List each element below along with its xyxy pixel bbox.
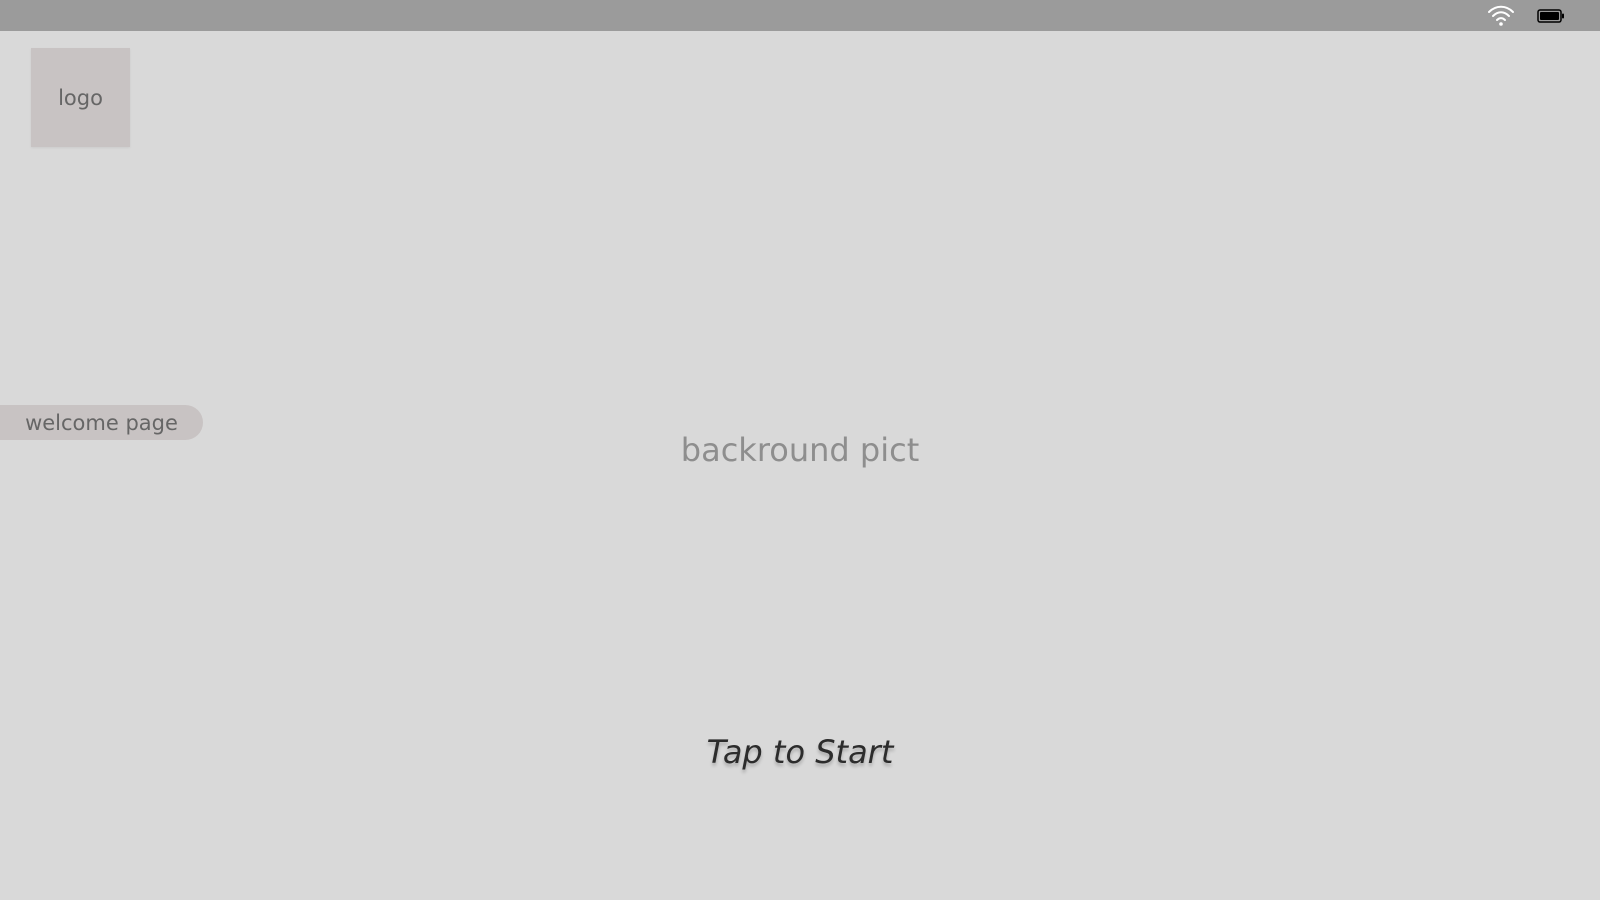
tap-to-start-button[interactable]: Tap to Start bbox=[0, 730, 1600, 774]
status-bar bbox=[0, 0, 1600, 31]
battery-icon bbox=[1537, 8, 1565, 24]
welcome-screen: logo welcome page backround pict Tap to … bbox=[0, 0, 1600, 900]
logo-label: logo bbox=[58, 85, 103, 110]
logo-placeholder: logo bbox=[31, 48, 130, 147]
background-picture-label: backround pict bbox=[680, 431, 920, 469]
wifi-icon bbox=[1487, 5, 1515, 27]
